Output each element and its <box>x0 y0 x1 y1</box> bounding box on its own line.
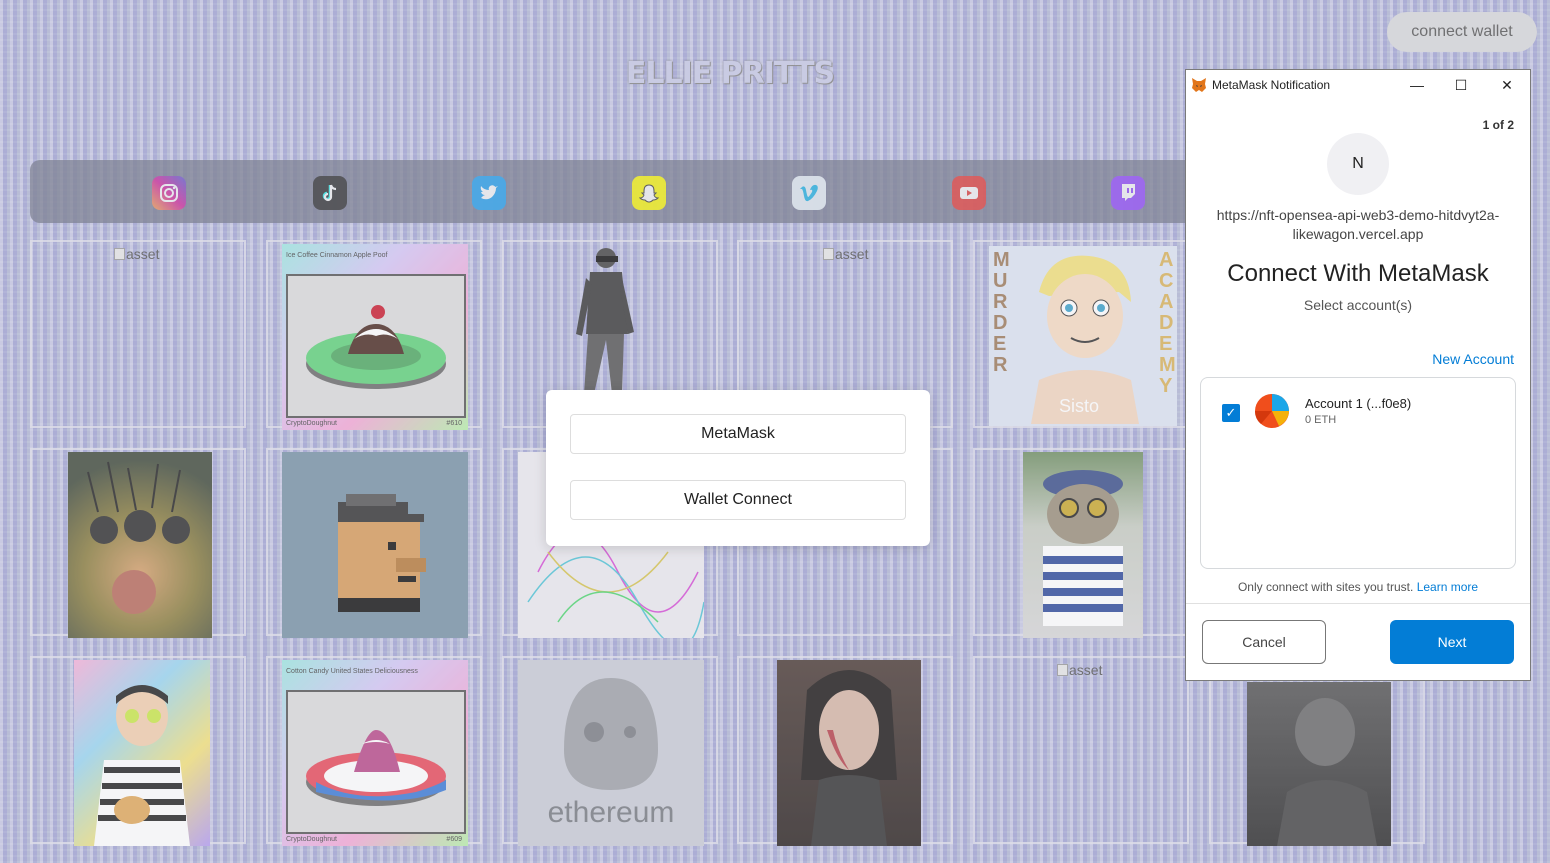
murder-academy-left-text: MURDER <box>993 249 1010 376</box>
connect-wallet-button[interactable]: connect wallet <box>1387 12 1537 52</box>
nft-card[interactable] <box>973 448 1189 638</box>
site-origin: https://nft-opensea-api-web3-demo-hitdvy… <box>1198 206 1518 244</box>
nft-card[interactable] <box>737 656 953 846</box>
doughnut-card-image: Ice Coffee Cinnamon Apple Poof CryptoDou… <box>282 244 468 430</box>
social-links-bar <box>30 160 1230 223</box>
doughnut-card-brand: CryptoDoughnut <box>286 836 337 843</box>
cancel-button[interactable]: Cancel <box>1202 620 1326 664</box>
instagram-icon[interactable] <box>152 176 186 210</box>
nft-card[interactable]: asset <box>973 656 1189 844</box>
account-identicon-icon <box>1255 394 1289 428</box>
pixel-character-image <box>282 452 468 638</box>
site-origin-line1: https://nft-opensea-api-web3-demo-hitdvy… <box>1216 207 1500 223</box>
murder-academy-image: MURDER ACADEMY Sisto <box>989 246 1177 426</box>
broken-image-icon <box>1057 664 1068 676</box>
doughnut-card-number: #610 <box>446 420 462 427</box>
creature-painting-image <box>68 452 212 638</box>
cat-photo-image <box>1023 452 1143 638</box>
connect-heading: Connect With MetaMask <box>1227 260 1489 287</box>
nft-card[interactable]: MURDER ACADEMY Sisto <box>973 240 1189 428</box>
twitter-icon[interactable] <box>472 176 506 210</box>
nft-card[interactable]: Ice Coffee Cinnamon Apple Poof CryptoDou… <box>266 240 482 430</box>
new-account-link[interactable]: New Account <box>1432 351 1514 367</box>
trust-notice: Only connect with sites you trust. Learn… <box>1186 580 1530 594</box>
tiktok-icon[interactable] <box>313 176 347 210</box>
ethereum-egg-image: ethereum <box>518 660 704 846</box>
nft-card[interactable]: ethereum <box>502 656 718 846</box>
trust-text: Only connect with sites you trust. <box>1237 580 1414 594</box>
metamask-fox-icon <box>1192 78 1206 92</box>
broken-image: asset <box>114 246 159 262</box>
close-icon[interactable]: ✕ <box>1496 75 1518 95</box>
doughnut-card-number: #609 <box>446 836 462 843</box>
broken-image: asset <box>823 246 868 262</box>
doughnut-card-title: Cotton Candy United States Deliciousness <box>286 668 418 675</box>
nft-card[interactable] <box>266 448 482 638</box>
doughnut-card-brand: CryptoDoughnut <box>286 420 337 427</box>
connect-subheading: Select account(s) <box>1303 297 1413 313</box>
window-title: MetaMask Notification <box>1212 78 1331 92</box>
metamask-button[interactable]: MetaMask <box>570 414 906 454</box>
site-avatar: N <box>1327 133 1389 195</box>
wallet-connect-button[interactable]: Wallet Connect <box>570 480 906 520</box>
woman-portrait-image <box>777 660 921 846</box>
metamask-notification-window: MetaMask Notification — ☐ ✕ 1 of 2 N htt… <box>1185 69 1531 681</box>
ethereum-label: ethereum <box>547 796 675 829</box>
wallet-select-modal: MetaMask Wallet Connect <box>546 390 930 546</box>
twitch-icon[interactable] <box>1111 176 1145 210</box>
broken-image-icon <box>823 248 834 260</box>
account-checkbox[interactable]: ✓ <box>1222 404 1240 422</box>
site-origin-line2: likewagon.vercel.app <box>1292 226 1424 242</box>
nft-card[interactable] <box>30 656 246 846</box>
man-portrait-image <box>1247 682 1391 846</box>
nft-card[interactable]: Cotton Candy United States Deliciousness… <box>266 656 482 846</box>
nft-card[interactable]: asset <box>30 240 246 428</box>
divider <box>1186 603 1530 604</box>
doughnut-card-image: Cotton Candy United States Deliciousness… <box>282 660 468 846</box>
nft-card[interactable] <box>1209 656 1425 846</box>
broken-image: asset <box>1057 662 1102 678</box>
doughnut-card-title: Ice Coffee Cinnamon Apple Poof <box>286 252 388 259</box>
window-titlebar[interactable]: MetaMask Notification — ☐ ✕ <box>1186 70 1530 100</box>
snapchat-icon[interactable] <box>632 176 666 210</box>
next-button[interactable]: Next <box>1390 620 1514 664</box>
account-balance: 0 ETH <box>1305 414 1337 426</box>
cartoon-man-doge-image <box>74 660 210 846</box>
minimize-icon[interactable]: — <box>1406 75 1428 95</box>
nft-card[interactable] <box>30 448 246 638</box>
account-list: ✓ Account 1 (...f0e8) 0 ETH <box>1200 377 1516 569</box>
murder-academy-shirt-text: Sisto <box>1059 396 1100 416</box>
maximize-icon[interactable]: ☐ <box>1450 75 1472 95</box>
request-counter: 1 of 2 <box>1482 118 1514 132</box>
youtube-icon[interactable] <box>952 176 986 210</box>
account-name: Account 1 (...f0e8) <box>1305 396 1412 411</box>
broken-image-icon <box>114 248 125 260</box>
vimeo-icon[interactable] <box>792 176 826 210</box>
learn-more-link[interactable]: Learn more <box>1417 580 1478 594</box>
murder-academy-right-text: ACADEMY <box>1159 249 1176 397</box>
